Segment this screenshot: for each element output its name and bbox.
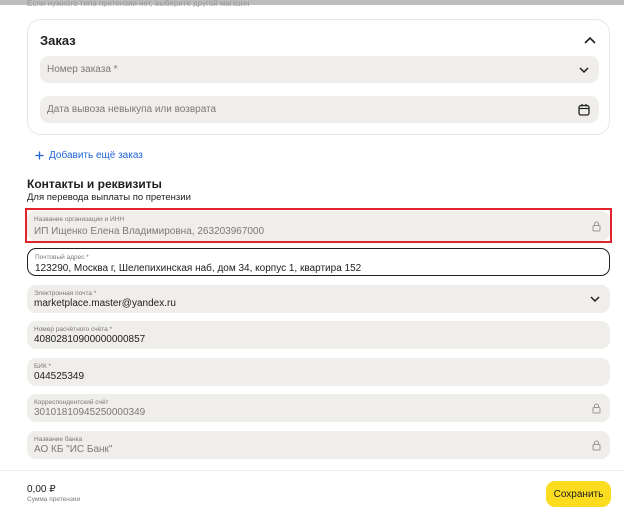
account-label: Номер расчётного счёта * (34, 326, 113, 333)
email-label: Электронная почта * (34, 290, 97, 297)
footer-divider (0, 470, 624, 471)
chevron-down-icon[interactable] (589, 294, 601, 304)
address-field[interactable]: Почтовый адрес * 123290, Москва г, Шелеп… (27, 248, 610, 276)
order-number-select[interactable]: Номер заказа * (40, 56, 599, 83)
hint-text: Если нужного типа претензии нет, выберит… (27, 0, 250, 7)
email-field[interactable]: Электронная почта * marketplace.master@y… (27, 285, 610, 313)
order-card: Заказ Номер заказа * Дата вывоза невыкуп… (27, 19, 610, 135)
date-picker-field[interactable]: Дата вывоза невыкупа или возврата (40, 96, 599, 123)
claim-sum: 0,00 ₽ (27, 484, 56, 495)
order-number-placeholder: Номер заказа * (47, 64, 118, 75)
corr-account-field: Корреспондентский счёт 30101810945250000… (27, 394, 610, 422)
account-field[interactable]: Номер расчётного счёта * 408028109000000… (27, 321, 610, 349)
chevron-up-icon[interactable] (583, 34, 597, 46)
order-card-title: Заказ (40, 33, 76, 48)
date-placeholder: Дата вывоза невыкупа или возврата (47, 104, 217, 115)
bank-name-field: Название банка АО КБ "ИС Банк" (27, 431, 610, 459)
bik-label: БИК * (34, 363, 52, 370)
corr-label: Корреспондентский счёт (34, 399, 109, 406)
email-value: marketplace.master@yandex.ru (34, 298, 176, 309)
save-button[interactable]: Сохранить (546, 481, 611, 507)
plus-icon (35, 151, 44, 160)
address-value: 123290, Москва г, Шелепихинская наб, дом… (35, 263, 362, 274)
add-order-label: Добавить ещё заказ (49, 150, 143, 161)
account-value: 40802810900000000857 (34, 334, 146, 345)
add-order-link[interactable]: Добавить ещё заказ (35, 150, 143, 161)
contacts-title: Контакты и реквизиты (27, 177, 162, 191)
bik-value: 044525349 (34, 371, 85, 382)
corr-value: 30101810945250000349 (34, 407, 146, 418)
lock-icon (592, 403, 601, 414)
bank-label: Название банка (34, 436, 83, 443)
calendar-icon[interactable] (578, 103, 590, 116)
contacts-subtitle: Для перевода выплаты по претензии (27, 192, 191, 203)
address-label: Почтовый адрес * (35, 254, 89, 261)
highlight-box (25, 208, 612, 243)
chevron-down-icon (579, 67, 589, 74)
claim-sum-caption: Сумма претензии (27, 496, 81, 503)
bik-field[interactable]: БИК * 044525349 (27, 358, 610, 386)
lock-icon (592, 440, 601, 451)
bank-value: АО КБ "ИС Банк" (34, 444, 113, 455)
